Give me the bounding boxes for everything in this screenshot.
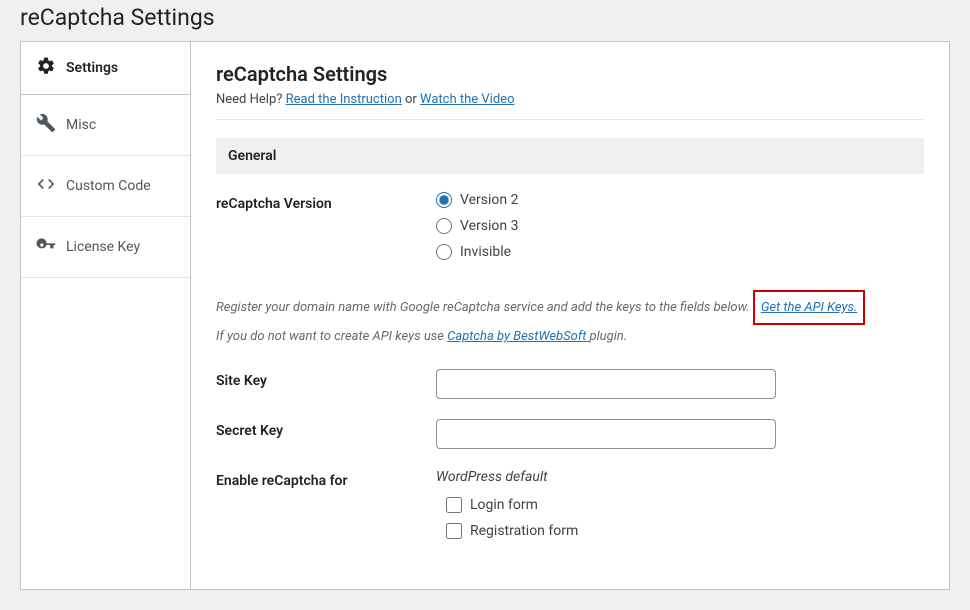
sidebar-item-settings[interactable]: Settings bbox=[21, 42, 190, 94]
get-api-keys-link[interactable]: Get the API Keys. bbox=[761, 300, 857, 315]
checkbox-login-input[interactable] bbox=[446, 497, 462, 513]
sidebar-label: Custom Code bbox=[66, 178, 151, 194]
captcha-bws-link[interactable]: Captcha by BestWebSoft bbox=[447, 329, 589, 344]
radio-invisible-input[interactable] bbox=[436, 244, 452, 260]
page-title: reCaptcha Settings bbox=[0, 0, 970, 41]
checkbox-label: Registration form bbox=[470, 523, 578, 539]
sidebar-label: Misc bbox=[66, 117, 96, 133]
info-text: Register your domain name with Google re… bbox=[216, 300, 753, 315]
sidebar-label: License Key bbox=[66, 239, 140, 255]
secret-key-input[interactable] bbox=[436, 419, 776, 449]
watch-video-link[interactable]: Watch the Video bbox=[420, 92, 514, 107]
checkbox-registration-input[interactable] bbox=[446, 523, 462, 539]
settings-main: reCaptcha Settings Need Help? Read the I… bbox=[191, 42, 949, 589]
radio-version-3-input[interactable] bbox=[436, 218, 452, 234]
sidebar-item-license-key[interactable]: License Key bbox=[21, 221, 190, 273]
radio-version-2[interactable]: Version 2 bbox=[436, 192, 924, 208]
info-text: If you do not want to create API keys us… bbox=[216, 329, 447, 344]
help-line: Need Help? Read the Instruction or Watch… bbox=[216, 92, 924, 120]
radio-version-2-input[interactable] bbox=[436, 192, 452, 208]
checkbox-label: Login form bbox=[470, 497, 538, 513]
sidebar-item-misc[interactable]: Misc bbox=[21, 99, 190, 151]
sidebar-nav: Settings Misc Custom Code bbox=[21, 42, 191, 589]
section-general: General bbox=[216, 138, 924, 174]
radio-label: Invisible bbox=[460, 244, 511, 260]
radio-version-3[interactable]: Version 3 bbox=[436, 218, 924, 234]
radio-label: Version 2 bbox=[460, 192, 518, 208]
settings-panel: Settings Misc Custom Code bbox=[20, 41, 950, 590]
checkbox-login-form[interactable]: Login form bbox=[446, 497, 924, 513]
wrench-icon bbox=[36, 113, 56, 137]
key-icon bbox=[36, 235, 56, 259]
code-icon bbox=[36, 174, 56, 198]
read-instruction-link[interactable]: Read the Instruction bbox=[286, 92, 402, 107]
checkbox-registration-form[interactable]: Registration form bbox=[446, 523, 924, 539]
gear-icon bbox=[36, 56, 56, 80]
main-heading: reCaptcha Settings bbox=[216, 62, 924, 86]
help-prefix: Need Help? bbox=[216, 92, 286, 107]
info-text: plugin. bbox=[590, 329, 628, 344]
help-or: or bbox=[402, 92, 420, 107]
sidebar-label: Settings bbox=[66, 60, 118, 76]
api-info-block: Register your domain name with Google re… bbox=[216, 290, 924, 349]
secret-key-label: Secret Key bbox=[216, 419, 436, 439]
radio-invisible[interactable]: Invisible bbox=[436, 244, 924, 260]
site-key-label: Site Key bbox=[216, 369, 436, 389]
radio-label: Version 3 bbox=[460, 218, 518, 234]
site-key-input[interactable] bbox=[436, 369, 776, 399]
version-label: reCaptcha Version bbox=[216, 192, 436, 212]
enable-label: Enable reCaptcha for bbox=[216, 469, 436, 489]
sidebar-item-custom-code[interactable]: Custom Code bbox=[21, 160, 190, 212]
get-api-keys-highlight: Get the API Keys. bbox=[753, 290, 865, 325]
wp-default-subheading: WordPress default bbox=[436, 469, 924, 485]
